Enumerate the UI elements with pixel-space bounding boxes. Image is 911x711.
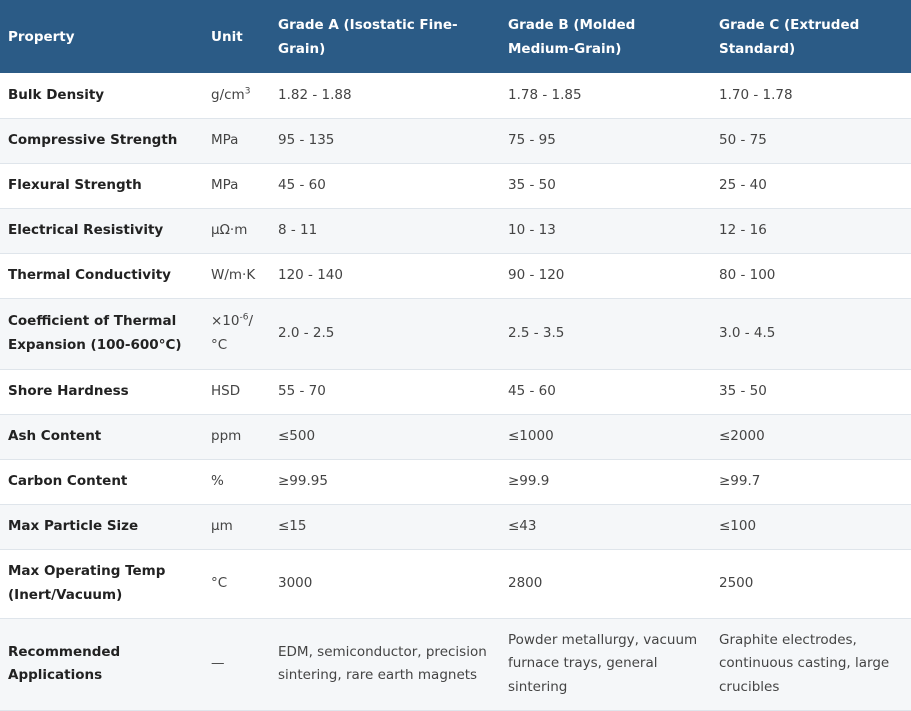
grade-a-value: 2.0 - 2.5 (270, 298, 500, 370)
grade-b-value: 75 - 95 (500, 118, 711, 164)
table-row: Shore Hardness HSD 55 - 70 45 - 60 35 - 50 (0, 369, 911, 415)
grade-a-value: ≤500 (270, 414, 500, 460)
unit-cell: °C (203, 549, 270, 619)
unit-cell: ×10-6/°C (203, 298, 270, 370)
grade-c-value: ≥99.7 (711, 459, 911, 505)
table-row: Max Particle Size μm ≤15 ≤43 ≤100 (0, 504, 911, 550)
unit-superscript: 3 (244, 86, 251, 96)
unit-text: μm (211, 517, 233, 534)
header-row: Property Unit Grade A (Isostatic Fine-Gr… (0, 0, 911, 73)
grade-c-value: 35 - 50 (711, 369, 911, 415)
grade-a-value: EDM, semiconductor, precision sintering,… (270, 618, 500, 711)
grade-c-value: 12 - 16 (711, 208, 911, 254)
unit-text: ppm (211, 427, 242, 444)
header-grade-b: Grade B (Molded Medium-Grain) (500, 0, 711, 73)
unit-text: °C (211, 574, 228, 591)
table-row: Flexural Strength MPa 45 - 60 35 - 50 25 - 4… (0, 163, 911, 209)
grade-c-value: 3.0 - 4.5 (711, 298, 911, 370)
table-row: Recommended Applications — EDM, semiconduc… (0, 618, 911, 711)
grade-c-value: ≤2000 (711, 414, 911, 460)
grade-c-value: 1.70 - 1.78 (711, 73, 911, 119)
grade-a-value: ≤15 (270, 504, 500, 550)
property-cell: Flexural Strength (0, 163, 203, 209)
grade-c-value: Graphite electrodes, continuous casting,… (711, 618, 911, 711)
grade-a-value: ≥99.95 (270, 459, 500, 505)
table-row: Carbon Content% ≥99.95 ≥99.9 ≥99.7 (0, 459, 911, 505)
property-cell: Bulk Density (0, 73, 203, 119)
property-cell: Thermal Conductivity (0, 253, 203, 299)
header-grade-c: Grade C (Extruded Standard) (711, 0, 911, 73)
grade-c-value: 25 - 40 (711, 163, 911, 209)
table-row: Max Operating Temp (Inert/Vacuum) °C 3000 2… (0, 549, 911, 619)
unit-cell: % (203, 459, 270, 505)
unit-text: HSD (211, 382, 241, 399)
grade-b-value: 2800 (500, 549, 711, 619)
unit-text: μΩ·m (211, 221, 248, 238)
grade-a-value: 3000 (270, 549, 500, 619)
table-row: Ash Content ppm ≤500 ≤1000 ≤2000 (0, 414, 911, 460)
property-cell: Recommended Applications (0, 618, 203, 711)
grade-c-value: 2500 (711, 549, 911, 619)
unit-text: g/cm (211, 86, 245, 103)
unit-text: MPa (211, 131, 239, 148)
grade-b-value: 1.78 - 1.85 (500, 73, 711, 119)
grade-a-value: 95 - 135 (270, 118, 500, 164)
grade-a-value: 1.82 - 1.88 (270, 73, 500, 119)
grade-b-value: Powder metallurgy, vacuum furnace trays,… (500, 618, 711, 711)
table-row: Coefficient of Thermal Expansion (100-60… (0, 298, 911, 370)
unit-text: W/m·K (211, 266, 256, 283)
grade-a-value: 55 - 70 (270, 369, 500, 415)
unit-text: MPa (211, 176, 239, 193)
property-cell: Ash Content (0, 414, 203, 460)
table-row: Compressive Strength MPa 95 - 135 75 - 95 50… (0, 118, 911, 164)
grade-a-value: 45 - 60 (270, 163, 500, 209)
property-cell: Max Operating Temp (Inert/Vacuum) (0, 549, 203, 619)
grade-b-value: ≤43 (500, 504, 711, 550)
table-row: Thermal Conductivity W/m·K 120 - 140 90 - 1… (0, 253, 911, 299)
unit-text: % (211, 472, 224, 489)
property-cell: Electrical Resistivity (0, 208, 203, 254)
header-grade-a: Grade A (Isostatic Fine-Grain) (270, 0, 500, 73)
property-cell: Max Particle Size (0, 504, 203, 550)
unit-cell: W/m·K (203, 253, 270, 299)
table-row: Electrical Resistivity μΩ·m 8 - 11 10 - 13 1… (0, 208, 911, 254)
property-cell: Shore Hardness (0, 369, 203, 415)
unit-cell: MPa (203, 163, 270, 209)
grade-c-value: 80 - 100 (711, 253, 911, 299)
grade-b-value: ≤1000 (500, 414, 711, 460)
grade-c-value: 50 - 75 (711, 118, 911, 164)
header-property: Property (0, 0, 203, 73)
unit-cell: — (203, 618, 270, 711)
grade-b-value: 90 - 120 (500, 253, 711, 299)
property-cell: Coefficient of Thermal Expansion (100-60… (0, 298, 203, 370)
grade-b-value: 45 - 60 (500, 369, 711, 415)
unit-text: ×10 (211, 313, 240, 329)
grade-b-value: ≥99.9 (500, 459, 711, 505)
table-header: Property Unit Grade A (Isostatic Fine-Gr… (0, 0, 911, 73)
table-body: Bulk Density g/cm3 1.82 - 1.88 1.78 - 1.85 1… (0, 73, 911, 711)
grade-b-value: 2.5 - 3.5 (500, 298, 711, 370)
property-cell: Carbon Content (0, 459, 203, 505)
grade-a-value: 120 - 140 (270, 253, 500, 299)
unit-text: — (211, 655, 225, 672)
property-cell: Compressive Strength (0, 118, 203, 164)
grade-c-value: ≤100 (711, 504, 911, 550)
table-row: Bulk Density g/cm3 1.82 - 1.88 1.78 - 1.85 1… (0, 73, 911, 119)
unit-cell: g/cm3 (203, 73, 270, 119)
grade-b-value: 10 - 13 (500, 208, 711, 254)
unit-cell: μΩ·m (203, 208, 270, 254)
unit-cell: ppm (203, 414, 270, 460)
graphite-grades-table: Property Unit Grade A (Isostatic Fine-Gr… (0, 0, 911, 711)
unit-cell: HSD (203, 369, 270, 415)
header-unit: Unit (203, 0, 270, 73)
unit-cell: MPa (203, 118, 270, 164)
grade-b-value: 35 - 50 (500, 163, 711, 209)
unit-cell: μm (203, 504, 270, 550)
grade-a-value: 8 - 11 (270, 208, 500, 254)
